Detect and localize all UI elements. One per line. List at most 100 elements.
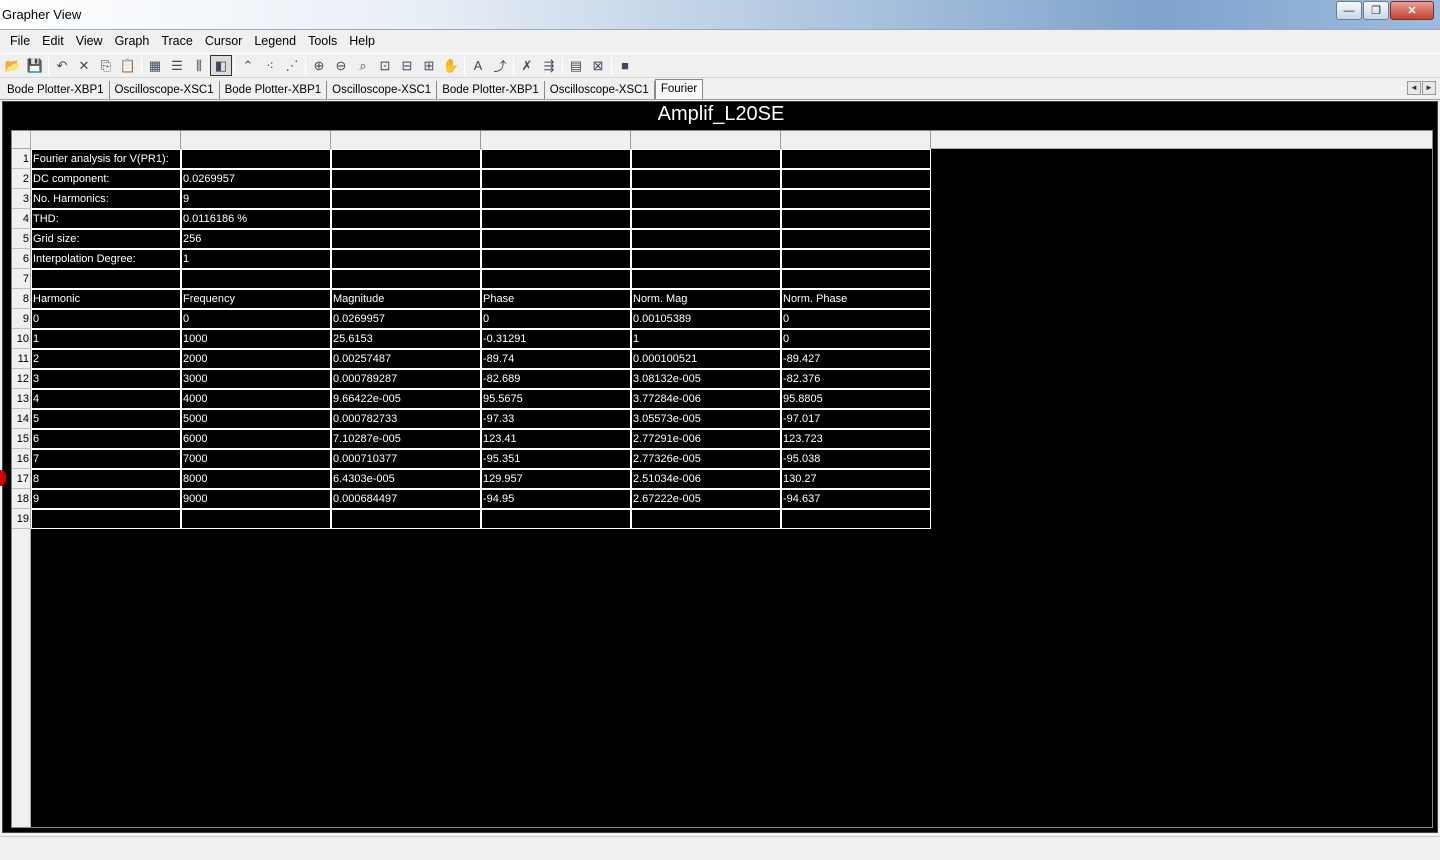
table-cell[interactable]: 7000 — [181, 449, 331, 469]
table-cell[interactable] — [481, 509, 631, 529]
tab-oscilloscope-xsc1[interactable]: Oscilloscope-XSC1 — [327, 81, 438, 99]
column-header[interactable] — [781, 131, 931, 149]
paste-icon[interactable]: 📋 — [117, 55, 139, 76]
table-cell[interactable]: 0 — [781, 309, 931, 329]
table-cell[interactable] — [631, 269, 781, 289]
menu-trace[interactable]: Trace — [155, 30, 199, 52]
maximize-button[interactable]: ❐ — [1363, 1, 1389, 20]
table-cell[interactable]: -89.74 — [481, 349, 631, 369]
marker-icon[interactable]: ⤴ — [489, 55, 511, 76]
table-cell[interactable]: 1000 — [181, 329, 331, 349]
menu-tools[interactable]: Tools — [302, 30, 343, 52]
table-cell[interactable]: 0.0269957 — [181, 169, 331, 189]
table-cell[interactable]: 5 — [31, 409, 181, 429]
table-cell[interactable]: 7 — [31, 449, 181, 469]
table-cell[interactable]: 3.77284e-006 — [631, 389, 781, 409]
table-cell[interactable]: Fourier analysis for V(PR1): — [31, 149, 181, 169]
table-cell[interactable] — [481, 149, 631, 169]
table-cell[interactable] — [31, 509, 181, 529]
table-cell[interactable]: -94.637 — [781, 489, 931, 509]
stop-icon[interactable]: ■ — [614, 55, 636, 76]
table-cell[interactable]: 2.77291e-006 — [631, 429, 781, 449]
table-cell[interactable]: THD: — [31, 209, 181, 229]
reverse-colors-icon[interactable]: ◧ — [210, 55, 232, 76]
table-cell[interactable]: -0.31291 — [481, 329, 631, 349]
menu-edit[interactable]: Edit — [36, 30, 70, 52]
table-cell[interactable]: 4000 — [181, 389, 331, 409]
column-header[interactable] — [181, 131, 331, 149]
table-cell[interactable]: -95.351 — [481, 449, 631, 469]
table-cell[interactable] — [331, 189, 481, 209]
delete-icon[interactable]: ✕ — [73, 55, 95, 76]
table-cell[interactable]: 0 — [181, 309, 331, 329]
row-header[interactable]: 12 — [12, 369, 31, 389]
table-cell[interactable]: Norm. Phase — [781, 289, 931, 309]
table-cell[interactable] — [631, 169, 781, 189]
table-cell[interactable] — [331, 169, 481, 189]
table-cell[interactable] — [331, 229, 481, 249]
table-cell[interactable]: 2.77326e-005 — [631, 449, 781, 469]
table-cell[interactable]: Norm. Mag — [631, 289, 781, 309]
table-cell[interactable]: -94.95 — [481, 489, 631, 509]
overlay-icon[interactable]: ✗ — [516, 55, 538, 76]
table-cell[interactable]: -89.427 — [781, 349, 931, 369]
zoom-out-icon[interactable]: ⊖ — [330, 55, 352, 76]
row-header[interactable]: 16 — [12, 449, 31, 469]
table-cell[interactable]: 3 — [31, 369, 181, 389]
table-cell[interactable]: -82.376 — [781, 369, 931, 389]
table-cell[interactable] — [781, 269, 931, 289]
table-cell[interactable]: 5000 — [181, 409, 331, 429]
table-cell[interactable] — [631, 209, 781, 229]
column-header[interactable] — [631, 131, 781, 149]
table-cell[interactable] — [631, 249, 781, 269]
tab-oscilloscope-xsc1[interactable]: Oscilloscope-XSC1 — [545, 81, 655, 99]
table-cell[interactable]: 8000 — [181, 469, 331, 489]
table-cell[interactable]: 95.8805 — [781, 389, 931, 409]
text-icon[interactable]: A — [467, 55, 489, 76]
column-header[interactable] — [331, 131, 481, 149]
row-header[interactable]: 11 — [12, 349, 31, 369]
table-cell[interactable]: 0 — [781, 329, 931, 349]
table-cell[interactable]: 6000 — [181, 429, 331, 449]
table-cell[interactable]: Magnitude — [331, 289, 481, 309]
menu-cursor[interactable]: Cursor — [199, 30, 249, 52]
table-cell[interactable]: 3.05573e-005 — [631, 409, 781, 429]
menu-file[interactable]: File — [4, 30, 36, 52]
table-cell[interactable] — [31, 269, 181, 289]
open-icon[interactable]: 📂 — [2, 55, 24, 76]
table-cell[interactable]: 123.723 — [781, 429, 931, 449]
tab-bode-plotter-xbp1[interactable]: Bode Plotter-XBP1 — [2, 81, 110, 99]
table-cell[interactable] — [781, 229, 931, 249]
table-cell[interactable]: 2000 — [181, 349, 331, 369]
table-cell[interactable]: 6.4303e-005 — [331, 469, 481, 489]
tab-scroll-right-icon[interactable]: ► — [1422, 81, 1436, 95]
table-cell[interactable] — [781, 169, 931, 189]
table-cell[interactable]: 9.66422e-005 — [331, 389, 481, 409]
table-cell[interactable]: 0.00257487 — [331, 349, 481, 369]
table-cell[interactable] — [631, 229, 781, 249]
table-cell[interactable]: 9 — [31, 489, 181, 509]
row-header[interactable]: 15 — [12, 429, 31, 449]
table-cell[interactable]: 25.6153 — [331, 329, 481, 349]
table-cell[interactable] — [781, 249, 931, 269]
copy-icon[interactable]: ⎘ — [95, 55, 117, 76]
table-cell[interactable]: No. Harmonics: — [31, 189, 181, 209]
row-header[interactable]: 14 — [12, 409, 31, 429]
table-cell[interactable]: 8 — [31, 469, 181, 489]
table-cell[interactable] — [181, 509, 331, 529]
table-cell[interactable] — [481, 169, 631, 189]
table-cell[interactable]: 0.000100521 — [631, 349, 781, 369]
zoom-in-icon[interactable]: ⊕ — [308, 55, 330, 76]
table-cell[interactable]: 9 — [181, 189, 331, 209]
table-cell[interactable]: 1 — [181, 249, 331, 269]
table-cell[interactable] — [481, 189, 631, 209]
row-header[interactable]: 5 — [12, 229, 31, 249]
table-cell[interactable]: 3.08132e-005 — [631, 369, 781, 389]
table-cell[interactable]: Grid size: — [31, 229, 181, 249]
table-cell[interactable]: -95.038 — [781, 449, 931, 469]
tab-scroll-left-icon[interactable]: ◄ — [1407, 81, 1421, 95]
row-header[interactable]: 18 — [12, 489, 31, 509]
table-cell[interactable] — [631, 509, 781, 529]
row-header[interactable]: 8 — [12, 289, 31, 309]
row-header[interactable]: 4 — [12, 209, 31, 229]
